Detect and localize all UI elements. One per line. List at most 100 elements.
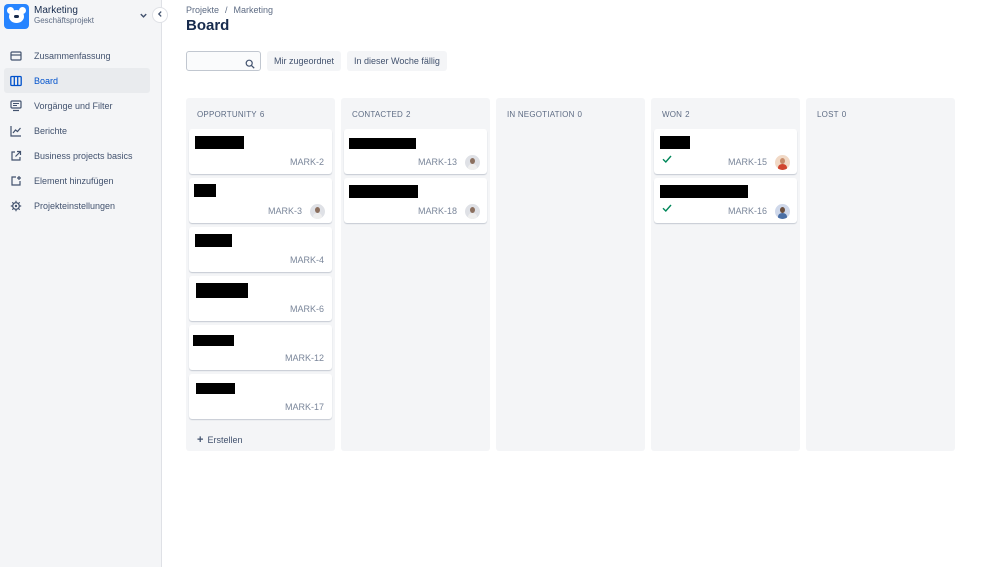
- sidebar-item-element-hinzufuegen[interactable]: Element hinzufügen: [4, 168, 150, 193]
- redacted-summary: [194, 184, 216, 197]
- issue-card[interactable]: MARK-4: [189, 227, 332, 272]
- issue-key: MARK-6: [289, 304, 324, 314]
- assignee-avatar[interactable]: [775, 155, 790, 170]
- issue-key: MARK-3: [267, 206, 302, 216]
- issues-icon: [10, 99, 22, 112]
- redacted-summary: [195, 136, 244, 149]
- sidebar-item-zusammenfassung[interactable]: Zusammenfassung: [4, 43, 150, 68]
- issue-card[interactable]: MARK-3: [189, 178, 332, 223]
- sidebar-item-label: Berichte: [34, 125, 68, 136]
- issue-card[interactable]: MARK-13: [344, 129, 487, 174]
- chevron-left-icon: [156, 10, 164, 20]
- project-type: Geschäftsprojekt: [34, 16, 95, 25]
- search-icon: [245, 56, 255, 69]
- redacted-summary: [196, 383, 235, 394]
- board-column-opportunity: OPPORTUNITY 6 MARK-2 MARK-3 MARK-4 MARK-…: [186, 98, 335, 451]
- sidebar-item-projekteinstellungen[interactable]: Projekteinstellungen: [4, 193, 150, 218]
- assignee-avatar[interactable]: [465, 204, 480, 219]
- board-column-lost: LOST 0: [806, 98, 955, 451]
- board-columns: OPPORTUNITY 6 MARK-2 MARK-3 MARK-4 MARK-…: [186, 98, 955, 451]
- breadcrumb: Projekte / Marketing: [186, 5, 273, 15]
- board-column-won: WON 2 MARK-15 MARK-16: [651, 98, 800, 451]
- summary-icon: [10, 50, 22, 62]
- issue-key: MARK-15: [727, 157, 767, 167]
- column-header: CONTACTED 2: [344, 101, 487, 129]
- project-name: Marketing: [34, 5, 78, 16]
- breadcrumb-project-link[interactable]: Marketing: [234, 5, 274, 15]
- column-title: CONTACTED: [352, 110, 403, 119]
- page-title: Board: [186, 17, 230, 34]
- sidebar-item-label: Vorgänge und Filter: [34, 100, 113, 111]
- redacted-summary: [349, 185, 418, 198]
- chevron-down-icon[interactable]: [139, 11, 148, 22]
- sidebar-item-label: Element hinzufügen: [34, 175, 114, 186]
- column-title: LOST: [817, 110, 839, 119]
- issue-card[interactable]: MARK-17: [189, 374, 332, 419]
- sidebar-item-label: Zusammenfassung: [34, 50, 111, 61]
- column-count: 2: [685, 110, 690, 119]
- breadcrumb-separator: /: [225, 5, 228, 15]
- column-count: 0: [841, 110, 847, 119]
- issue-key: MARK-12: [284, 353, 324, 363]
- app-root: Marketing Geschäftsprojekt Zusammenfassu…: [0, 0, 999, 567]
- sidebar-item-label: Board: [34, 75, 59, 86]
- filter-assigned-to-me-button[interactable]: Mir zugeordnet: [267, 51, 342, 71]
- main-content: Projekte / Marketing Board Mir zugeordne…: [186, 0, 976, 567]
- sidebar-nav: Zusammenfassung Board Vorgänge und Filte…: [4, 43, 150, 218]
- issue-card[interactable]: MARK-6: [189, 276, 332, 321]
- redacted-summary: [195, 234, 232, 247]
- issue-card[interactable]: MARK-16: [654, 178, 797, 223]
- board-column-contacted: CONTACTED 2 MARK-13 MARK-18: [341, 98, 490, 451]
- issue-key: MARK-18: [417, 206, 457, 216]
- redacted-summary: [660, 136, 690, 149]
- project-switcher[interactable]: Marketing Geschäftsprojekt: [4, 3, 154, 29]
- sidebar-item-vorgaenge[interactable]: Vorgänge und Filter: [4, 93, 150, 118]
- column-count: 0: [577, 110, 583, 119]
- sidebar-item-label: Business projects basics: [34, 150, 133, 161]
- column-title: IN NEGOTIATION: [507, 110, 575, 119]
- plus-icon: +: [197, 434, 204, 446]
- done-check-icon: [662, 151, 672, 164]
- issue-card[interactable]: MARK-18: [344, 178, 487, 223]
- redacted-summary: [349, 138, 416, 149]
- add-item-icon: [10, 175, 22, 187]
- issue-key: MARK-16: [727, 206, 767, 216]
- issue-key: MARK-4: [289, 255, 324, 265]
- board-toolbar: Mir zugeordnet In dieser Woche fällig: [186, 51, 447, 71]
- assignee-avatar[interactable]: [775, 204, 790, 219]
- column-header: LOST 0: [809, 101, 952, 129]
- column-header: IN NEGOTIATION 0: [499, 101, 642, 129]
- gear-icon: [10, 200, 22, 212]
- sidebar-item-business-projects-basics[interactable]: Business projects basics: [4, 143, 150, 168]
- done-check-icon: [662, 200, 672, 213]
- issue-key: MARK-13: [417, 157, 457, 167]
- redacted-summary: [196, 283, 248, 298]
- column-count: 2: [405, 110, 411, 119]
- breadcrumb-projects-link[interactable]: Projekte: [186, 5, 219, 15]
- issue-key: MARK-2: [289, 157, 324, 167]
- sidebar-item-board[interactable]: Board: [4, 68, 150, 93]
- project-info: Marketing Geschäftsprojekt: [34, 6, 94, 26]
- reports-icon: [10, 125, 22, 137]
- sidebar: Marketing Geschäftsprojekt Zusammenfassu…: [0, 0, 168, 567]
- assignee-avatar[interactable]: [310, 204, 325, 219]
- column-title: WON: [662, 110, 683, 119]
- redacted-summary: [193, 335, 234, 346]
- issue-card[interactable]: MARK-12: [189, 325, 332, 370]
- redacted-summary: [660, 185, 748, 198]
- issue-card[interactable]: MARK-15: [654, 129, 797, 174]
- column-header: OPPORTUNITY 6: [189, 101, 332, 129]
- issue-key: MARK-17: [284, 402, 324, 412]
- sidebar-item-berichte[interactable]: Berichte: [4, 118, 150, 143]
- board-icon: [10, 75, 22, 87]
- external-link-icon: [10, 150, 22, 162]
- assignee-avatar[interactable]: [465, 155, 480, 170]
- column-count: 6: [259, 110, 265, 119]
- create-issue-button[interactable]: + Erstellen: [197, 434, 242, 446]
- board-column-in-negotiation: IN NEGOTIATION 0: [496, 98, 645, 451]
- filter-due-this-week-button[interactable]: In dieser Woche fällig: [347, 51, 447, 71]
- issue-card[interactable]: MARK-2: [189, 129, 332, 174]
- board-search-input[interactable]: [186, 51, 261, 71]
- sidebar-item-label: Projekteinstellungen: [34, 200, 116, 211]
- collapse-sidebar-button[interactable]: [152, 7, 168, 23]
